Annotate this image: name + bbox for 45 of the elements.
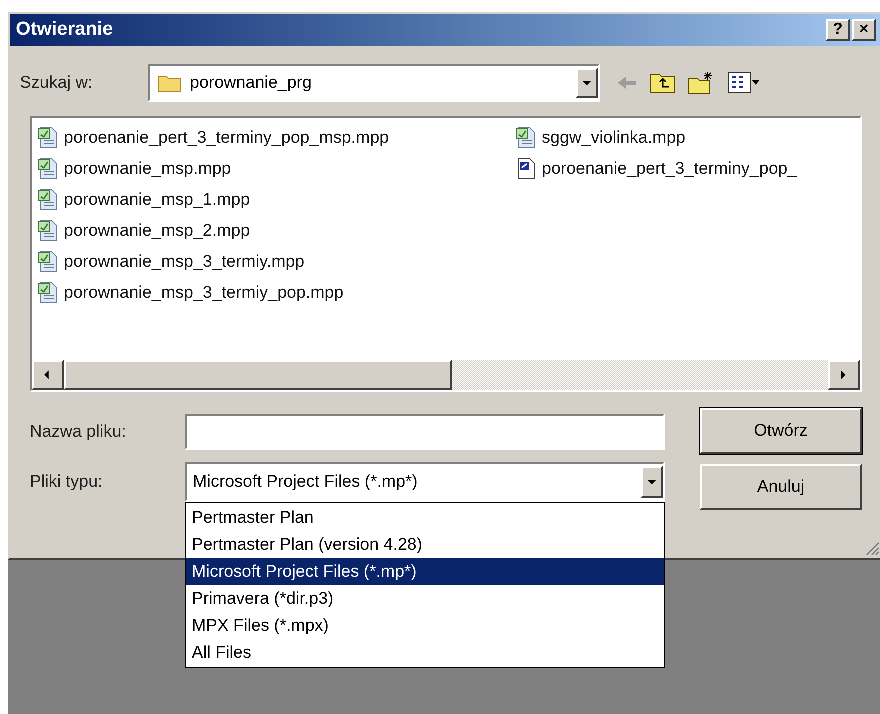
resize-grip-icon	[864, 540, 880, 556]
file-item[interactable]: porownanie_msp_2.mpp	[38, 215, 516, 246]
file-name-field[interactable]	[185, 414, 665, 450]
project-file-icon	[38, 250, 60, 272]
dropdown-button[interactable]	[641, 466, 663, 498]
dropdown-option[interactable]: Primavera (*dir.p3)	[186, 585, 664, 612]
file-item[interactable]: poroenanie_pert_3_terminy_pop_msp.mpp	[38, 122, 516, 153]
file-item[interactable]: sggw_violinka.mpp	[516, 122, 798, 153]
look-in-label: Szukaj w:	[20, 72, 94, 94]
project-file-icon	[516, 126, 538, 148]
project-file-icon	[38, 126, 60, 148]
document-icon	[516, 158, 538, 180]
dropdown-button[interactable]	[576, 68, 598, 98]
scroll-left-button[interactable]	[32, 360, 64, 390]
file-item[interactable]: porownanie_msp_3_termiy_pop.mpp	[38, 277, 516, 308]
project-file-icon	[38, 220, 60, 242]
project-file-icon	[38, 158, 60, 180]
file-item[interactable]: porownanie_msp_1.mpp	[38, 184, 516, 215]
view-menu-button[interactable]	[728, 72, 760, 94]
cancel-button[interactable]: Anuluj	[700, 464, 862, 510]
file-item[interactable]: porownanie_msp.mpp	[38, 153, 516, 184]
open-button[interactable]: Otwórz	[700, 408, 862, 454]
file-name-label: Nazwa pliku:	[30, 421, 128, 444]
scroll-right-button[interactable]	[828, 360, 860, 390]
project-file-icon	[38, 282, 60, 304]
up-folder-icon[interactable]	[650, 72, 676, 94]
caret-icon	[752, 80, 760, 86]
look-in-value: porownanie_prg	[190, 72, 313, 94]
dropdown-option[interactable]: Pertmaster Plan	[186, 504, 664, 531]
dropdown-option[interactable]: MPX Files (*.mpx)	[186, 612, 664, 639]
scroll-thumb[interactable]	[64, 360, 452, 390]
dropdown-option[interactable]: Microsoft Project Files (*.mp*)	[186, 558, 664, 585]
file-type-label: Pliki typu:	[30, 471, 104, 494]
window-title: Otwieranie	[16, 18, 114, 42]
help-button[interactable]: ?	[826, 19, 850, 41]
close-button[interactable]: ×	[852, 19, 876, 41]
project-file-icon	[38, 188, 60, 210]
file-item[interactable]: porownanie_msp_3_termiy.mpp	[38, 246, 516, 277]
list-view-icon	[728, 72, 752, 94]
horizontal-scrollbar[interactable]	[32, 360, 860, 390]
dropdown-option[interactable]: Pertmaster Plan (version 4.28)	[186, 531, 664, 558]
look-in-dropdown[interactable]: porownanie_prg	[148, 64, 600, 102]
dropdown-option[interactable]: All Files	[186, 639, 664, 666]
file-type-dropdown[interactable]: Microsoft Project Files (*.mp*)	[185, 462, 665, 502]
file-item[interactable]: poroenanie_pert_3_terminy_pop_	[516, 153, 798, 184]
